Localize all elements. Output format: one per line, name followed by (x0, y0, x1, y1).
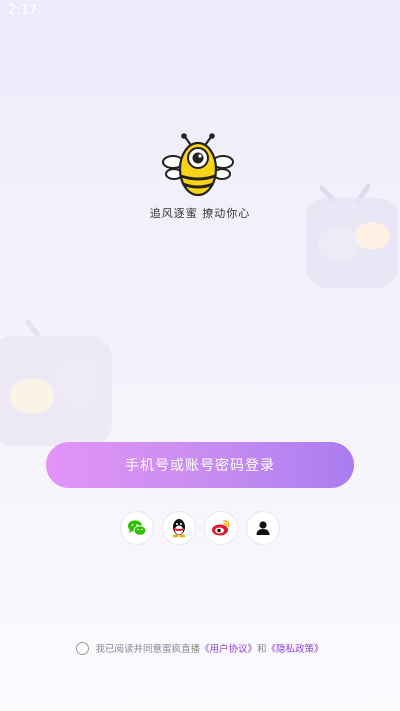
qq-icon (172, 519, 186, 538)
privacy-policy-link[interactable]: 《隐私政策》 (267, 641, 324, 655)
qq-login-button[interactable] (162, 511, 196, 545)
agreement-checkbox[interactable] (76, 641, 90, 655)
user-agreement-link[interactable]: 《用户协议》 (200, 641, 257, 655)
agreement-row: 我已阅读并同意蜜疯直播 《用户协议》 和 《隐私政策》 (0, 640, 400, 656)
weibo-login-button[interactable] (204, 511, 238, 545)
decorative-tv-icon-left (0, 319, 112, 446)
guest-login-button[interactable] (246, 511, 280, 545)
status-time: 2:17 (8, 3, 38, 18)
status-bar: 2:17 (0, 0, 400, 22)
brand-tagline: 追风逐蜜 撩动你心 (149, 207, 251, 220)
user-icon (256, 521, 270, 535)
social-login-row (120, 511, 280, 545)
decorative-tv-icon (306, 183, 398, 288)
phone-account-login-button[interactable]: 手机号或账号密码登录 (46, 442, 354, 488)
bee-logo (162, 133, 234, 197)
weibo-icon (212, 520, 230, 536)
wechat-icon (128, 520, 147, 536)
wechat-login-button[interactable] (120, 511, 154, 545)
agreement-conjunction: 和 (257, 644, 267, 655)
agreement-prefix: 我已阅读并同意蜜疯直播 (95, 644, 200, 655)
